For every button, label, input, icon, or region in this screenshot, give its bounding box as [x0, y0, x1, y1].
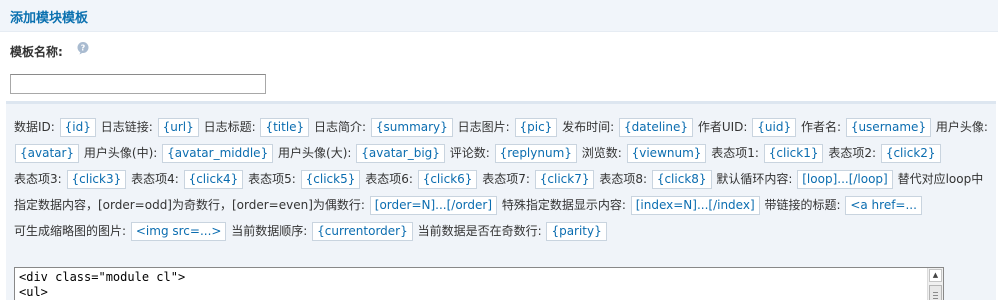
variable-label: 表态项8: [599, 172, 647, 186]
variable-tag[interactable]: {id} [59, 118, 96, 137]
scroll-thumb[interactable] [929, 285, 942, 300]
variable-tag[interactable]: {viewnum} [626, 144, 707, 163]
variable-label: 用户头像: [935, 120, 988, 134]
variable-tag[interactable]: <img src=...> [130, 222, 227, 241]
variable-tag[interactable]: {username} [845, 118, 932, 137]
variable-label: 用户头像(大): [278, 146, 352, 160]
variable-label: 评论数: [449, 146, 490, 160]
variable-label: 默认循环内容: [716, 172, 793, 186]
variable-tag[interactable]: {click2} [880, 144, 941, 163]
variable-tag[interactable]: {summary} [370, 118, 453, 137]
template-code-content: <div class="module cl"> <ul> [19, 270, 186, 299]
variable-tag[interactable]: {parity} [546, 222, 607, 241]
variable-tag[interactable]: {title} [260, 118, 310, 137]
variable-label: 表态项6: [365, 172, 413, 186]
variable-label: 当前数据是否在奇数行: [417, 224, 542, 238]
variable-label: 数据ID: [14, 120, 55, 134]
variable-label: 用户头像(中): [83, 146, 158, 160]
variable-label: 带链接的标题: [764, 198, 841, 212]
variable-tag[interactable]: {avatar_middle} [162, 144, 274, 163]
variable-tag[interactable]: {pic} [514, 118, 558, 137]
variable-tag[interactable]: {click8} [651, 170, 712, 189]
variable-label: 日志图片: [457, 120, 510, 134]
variable-label: 日志链接: [100, 120, 153, 134]
variable-label: 作者UID: [697, 120, 748, 134]
variable-label: 发布时间: [562, 120, 615, 134]
help-icon[interactable]: ? [76, 41, 90, 55]
variable-tag[interactable]: [index=N]...[/index] [630, 196, 760, 215]
variable-tag[interactable]: [order=N]...[/order] [369, 196, 498, 215]
code-scrollbar[interactable]: ▲ [927, 268, 943, 300]
template-name-input[interactable] [10, 74, 266, 94]
variable-label: 表态项5: [248, 172, 296, 186]
variables-list: 数据ID: {id} 日志链接: {url} 日志标题: {title} 日志简… [14, 114, 988, 244]
header-bar: 添加模块模板 [0, 0, 998, 32]
variable-label: 当前数据顺序: [231, 224, 308, 238]
variable-label: 特殊指定数据显示内容: [501, 198, 626, 212]
variable-tag[interactable]: {currentorder} [312, 222, 413, 241]
variable-label: 浏览数: [581, 146, 622, 160]
variable-tag[interactable]: {avatar_big} [356, 144, 445, 163]
variable-label: 作者名: [800, 120, 841, 134]
variable-tag[interactable]: {click3} [66, 170, 127, 189]
variable-tag[interactable]: {click5} [300, 170, 361, 189]
template-name-label: 模板名称: [10, 45, 63, 59]
variable-label: 表态项7: [482, 172, 530, 186]
variable-tag[interactable]: [loop]...[/loop] [797, 170, 893, 189]
variable-tag[interactable]: {click1} [763, 144, 824, 163]
scroll-up-arrow-icon[interactable]: ▲ [929, 269, 942, 282]
variable-label: 可生成缩略图的图片: [14, 224, 127, 238]
template-code-textarea[interactable]: <div class="module cl"> <ul> ▲ [14, 267, 944, 300]
variable-tag[interactable]: {dateline} [619, 118, 694, 137]
variable-label: 表态项1: [711, 146, 759, 160]
variable-label: 日志标题: [203, 120, 256, 134]
variable-tag[interactable]: {click4} [183, 170, 244, 189]
variable-tag[interactable]: {click6} [417, 170, 478, 189]
variable-label: 表态项2: [828, 146, 876, 160]
variable-tag[interactable]: {uid} [752, 118, 797, 137]
variable-tag[interactable]: {click7} [534, 170, 595, 189]
variable-label: 表态项3: [14, 172, 62, 186]
variable-tag[interactable]: {avatar} [15, 144, 80, 163]
page-title: 添加模块模板 [10, 11, 89, 26]
variable-label: 日志简介: [314, 120, 367, 134]
variable-tag[interactable]: <a href=... [845, 196, 922, 215]
variable-label: 表态项4: [131, 172, 179, 186]
variable-tag[interactable]: {replynum} [494, 144, 577, 163]
variable-tag[interactable]: {url} [157, 118, 199, 137]
svg-text:?: ? [81, 44, 86, 53]
